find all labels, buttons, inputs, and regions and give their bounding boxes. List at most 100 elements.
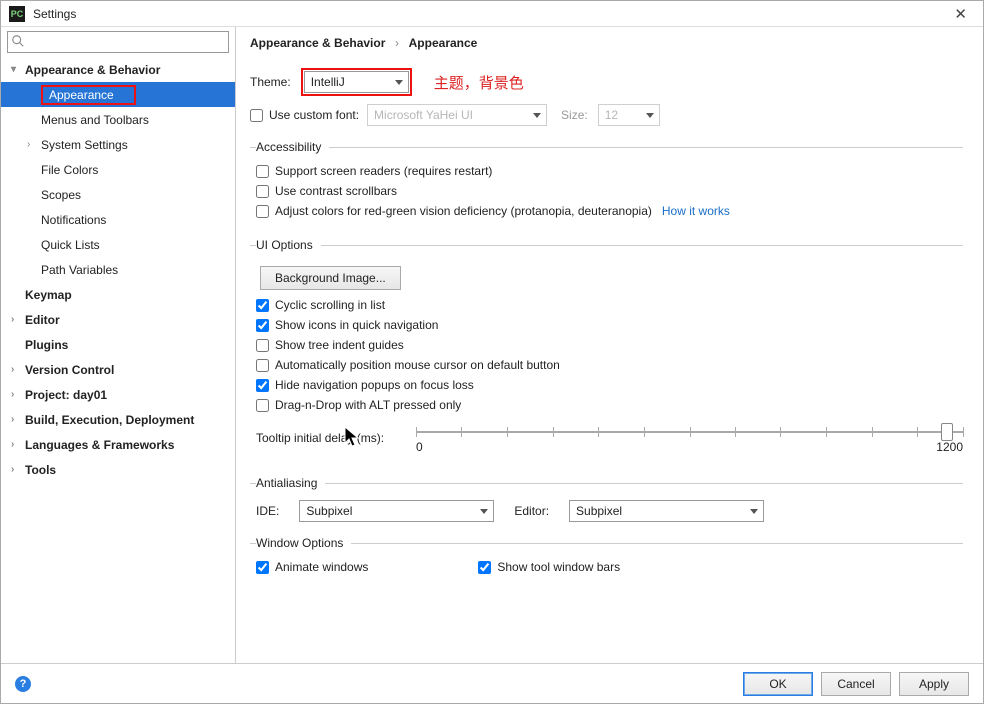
tree-item-label: Project: day01 [25, 388, 107, 402]
tree-item-scopes[interactable]: Scopes [1, 182, 235, 207]
theme-select[interactable]: IntelliJ [304, 71, 409, 93]
sidebar: ▾Appearance & Behavior Appearance Menus an… [1, 27, 236, 663]
hide-popups-checkbox[interactable] [256, 379, 269, 392]
breadcrumb: Appearance & Behavior › Appearance [250, 35, 963, 50]
tree-item-label: Tools [25, 463, 56, 477]
font-size-label: Size: [561, 108, 588, 122]
animate-windows-label: Animate windows [275, 560, 368, 574]
tree-item-build-execution-deployment[interactable]: ›Build, Execution, Deployment [1, 407, 235, 432]
tree-item-file-colors[interactable]: File Colors [1, 157, 235, 182]
tree-item-label: Quick Lists [41, 238, 100, 252]
how-it-works-link[interactable]: How it works [662, 204, 730, 218]
accessibility-legend: Accessibility [256, 140, 329, 154]
dnd-alt-label: Drag-n-Drop with ALT pressed only [275, 398, 461, 412]
search-icon [11, 34, 25, 48]
font-family-select[interactable]: Microsoft YaHei UI [367, 104, 547, 126]
chevron-right-icon: › [27, 139, 39, 150]
theme-annotation: 主题，背景色 [434, 72, 524, 93]
theme-highlight-box: IntelliJ [301, 68, 412, 96]
chevron-right-icon: › [11, 314, 23, 325]
window-title: Settings [33, 7, 76, 21]
chevron-right-icon: › [11, 439, 23, 450]
search-input[interactable] [7, 31, 229, 53]
aa-ide-select[interactable]: Subpixel [299, 500, 494, 522]
tooltip-delay-label: Tooltip initial delay (ms): [256, 431, 384, 445]
tree-item-label: Editor [25, 313, 60, 327]
tooltip-delay-slider[interactable]: 0 1200 [416, 422, 963, 454]
screen-readers-label: Support screen readers (requires restart… [275, 164, 492, 178]
tree-item-label: Plugins [25, 338, 68, 352]
tree-item-plugins[interactable]: Plugins [1, 332, 235, 357]
tree-item-label: Path Variables [41, 263, 118, 277]
accessibility-group: Accessibility Support screen readers (re… [250, 140, 963, 224]
tree-item-label: Appearance & Behavior [25, 63, 160, 77]
tree-item-system-settings[interactable]: ›System Settings [1, 132, 235, 157]
window-options-group: Window Options Animate windows Show tool… [250, 536, 963, 580]
app-icon: PC [9, 6, 25, 22]
tree-item-label: Keymap [25, 288, 72, 302]
antialiasing-group: Antialiasing IDE: Subpixel Editor: Subpi… [250, 476, 963, 522]
cyclic-scroll-label: Cyclic scrolling in list [275, 298, 385, 312]
aa-editor-select[interactable]: Subpixel [569, 500, 764, 522]
cancel-button[interactable]: Cancel [821, 672, 891, 696]
aa-editor-label: Editor: [514, 504, 549, 518]
hide-popups-label: Hide navigation popups on focus loss [275, 378, 474, 392]
chevron-down-icon: ▾ [11, 64, 23, 75]
show-toolbars-label: Show tool window bars [497, 560, 620, 574]
tree-item-appearance-behavior[interactable]: ▾Appearance & Behavior [1, 57, 235, 82]
screen-readers-checkbox[interactable] [256, 165, 269, 178]
ui-options-group: UI Options Background Image... Cyclic sc… [250, 238, 963, 462]
tree-item-notifications[interactable]: Notifications [1, 207, 235, 232]
theme-row: Theme: IntelliJ 主题，背景色 [250, 68, 963, 96]
tree-item-label: Notifications [41, 213, 106, 227]
tree-item-keymap[interactable]: Keymap [1, 282, 235, 307]
icons-nav-label: Show icons in quick navigation [275, 318, 438, 332]
tree-item-label: Menus and Toolbars [41, 113, 149, 127]
settings-tree: ▾Appearance & Behavior Appearance Menus an… [1, 57, 235, 663]
tooltip-min: 0 [416, 440, 423, 454]
animate-windows-checkbox[interactable] [256, 561, 269, 574]
chevron-right-icon: › [395, 36, 399, 50]
background-image-button[interactable]: Background Image... [260, 266, 401, 290]
font-row: Use custom font: Microsoft YaHei UI Size… [250, 104, 963, 126]
tree-item-label: Languages & Frameworks [25, 438, 174, 452]
tree-guides-label: Show tree indent guides [275, 338, 404, 352]
tree-item-label: Appearance [41, 85, 136, 105]
help-icon[interactable]: ? [15, 676, 31, 692]
color-deficiency-checkbox[interactable] [256, 205, 269, 218]
apply-button[interactable]: Apply [899, 672, 969, 696]
tree-item-menus-and-toolbars[interactable]: Menus and Toolbars [1, 107, 235, 132]
tree-item-languages-frameworks[interactable]: ›Languages & Frameworks [1, 432, 235, 457]
tree-item-path-variables[interactable]: Path Variables [1, 257, 235, 282]
antialiasing-legend: Antialiasing [256, 476, 325, 490]
slider-thumb[interactable] [941, 423, 953, 441]
contrast-scrollbars-checkbox[interactable] [256, 185, 269, 198]
dnd-alt-checkbox[interactable] [256, 399, 269, 412]
ui-options-legend: UI Options [256, 238, 321, 252]
icons-nav-checkbox[interactable] [256, 319, 269, 332]
ok-button[interactable]: OK [743, 672, 813, 696]
use-custom-font-checkbox[interactable] [250, 109, 263, 122]
tooltip-max: 1200 [936, 440, 963, 454]
breadcrumb-current: Appearance [409, 36, 478, 50]
cyclic-scroll-checkbox[interactable] [256, 299, 269, 312]
tree-item-tools[interactable]: ›Tools [1, 457, 235, 482]
theme-label: Theme: [250, 75, 291, 89]
tree-item-quick-lists[interactable]: Quick Lists [1, 232, 235, 257]
close-icon[interactable]: ✕ [946, 5, 975, 23]
aa-ide-label: IDE: [256, 504, 279, 518]
tree-guides-checkbox[interactable] [256, 339, 269, 352]
font-size-select[interactable]: 12 [598, 104, 660, 126]
auto-cursor-checkbox[interactable] [256, 359, 269, 372]
tree-item-appearance[interactable]: Appearance [1, 82, 235, 107]
show-toolbars-checkbox[interactable] [478, 561, 491, 574]
footer: ? OK Cancel Apply [1, 663, 983, 703]
chevron-right-icon: › [11, 364, 23, 375]
search-wrap [1, 27, 235, 57]
tree-item-label: Version Control [25, 363, 114, 377]
tree-item-version-control[interactable]: ›Version Control [1, 357, 235, 382]
tree-item-label: Build, Execution, Deployment [25, 413, 194, 427]
tree-item-label: Scopes [41, 188, 81, 202]
tree-item-editor[interactable]: ›Editor [1, 307, 235, 332]
tree-item-project-day01[interactable]: ›Project: day01 [1, 382, 235, 407]
